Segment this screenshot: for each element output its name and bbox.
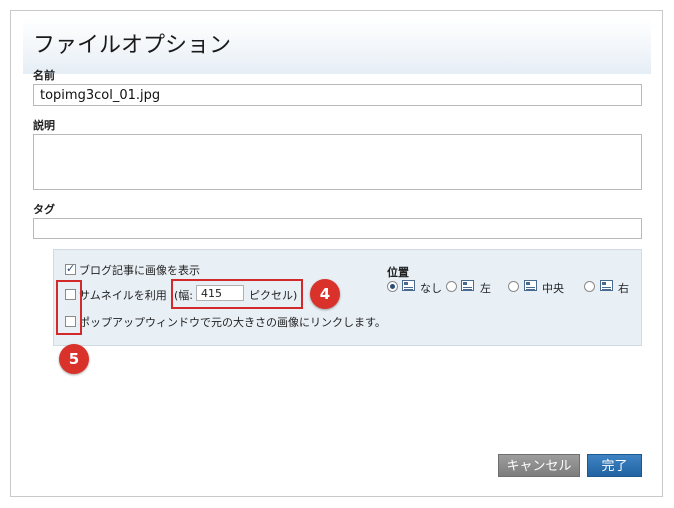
checkbox-highlight-box: [56, 280, 82, 335]
popup-link-label: ポップアップウィンドウで元の大きさの画像にリンクします。: [79, 316, 386, 329]
file-options-dialog: ファイルオプション 名前 topimg3col_01.jpg 説明 タグ ブログ…: [10, 10, 663, 497]
position-center-radio[interactable]: [508, 281, 519, 292]
position-none-label: なし: [420, 282, 442, 295]
annotation-badge-5: 5: [59, 344, 89, 374]
show-in-post-checkbox[interactable]: [65, 262, 76, 275]
position-right-radio[interactable]: [584, 281, 595, 292]
name-field[interactable]: topimg3col_01.jpg: [33, 84, 642, 106]
cancel-button[interactable]: キャンセル: [498, 454, 580, 477]
align-none-icon: [402, 280, 415, 291]
position-left-label: 左: [480, 282, 491, 295]
description-label: 説明: [33, 119, 55, 132]
width-highlight-box: [171, 279, 303, 309]
align-center-icon: [524, 280, 537, 291]
show-in-post-label: ブログ記事に画像を表示: [79, 264, 200, 277]
thumbnail-label: サムネイルを利用: [79, 289, 167, 302]
align-right-icon: [600, 280, 613, 291]
position-center-label: 中央: [542, 282, 564, 295]
align-left-icon: [461, 280, 474, 291]
description-field[interactable]: [33, 134, 642, 190]
name-label: 名前: [33, 69, 55, 82]
tags-field[interactable]: [33, 218, 642, 239]
position-label: 位置: [387, 266, 409, 279]
annotation-badge-4: 4: [310, 279, 340, 309]
done-button[interactable]: 完了: [587, 454, 642, 477]
tags-label: タグ: [33, 203, 55, 216]
position-left-radio[interactable]: [446, 281, 457, 292]
position-none-radio[interactable]: [387, 281, 398, 292]
position-right-label: 右: [618, 282, 629, 295]
dialog-title: ファイルオプション: [33, 33, 232, 58]
